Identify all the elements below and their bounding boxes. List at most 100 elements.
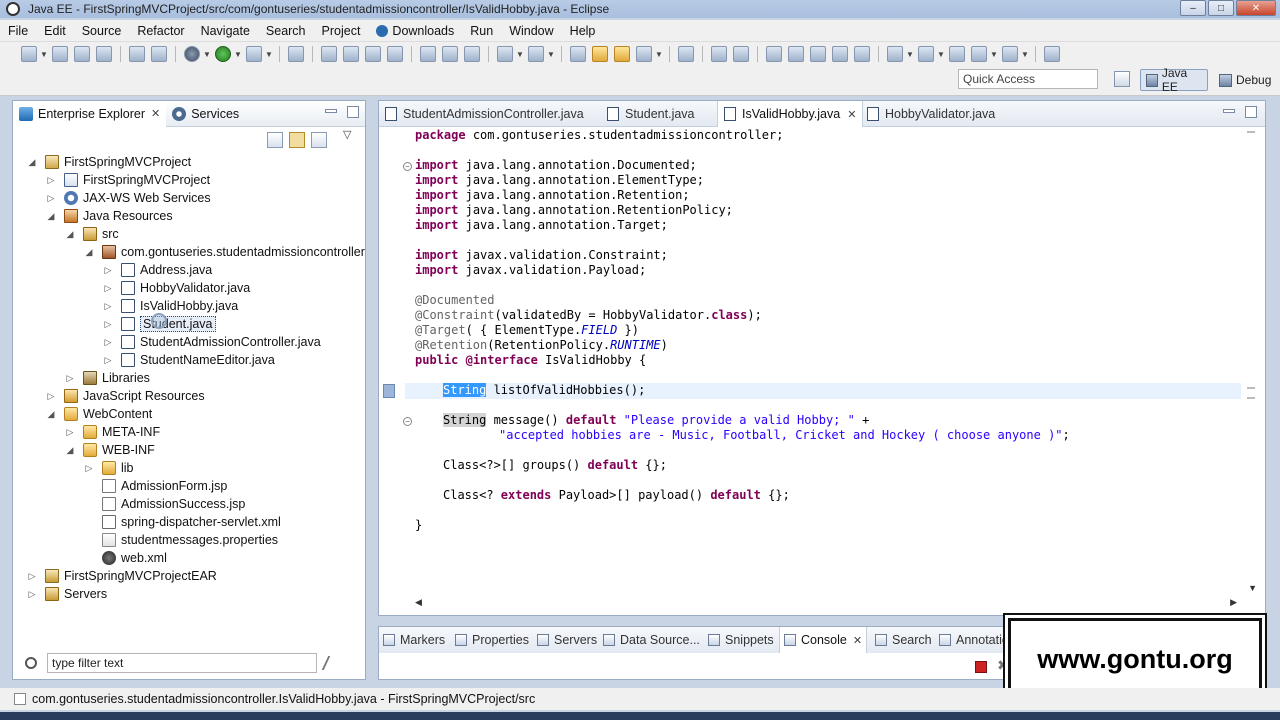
menu-help[interactable]: Help: [562, 20, 604, 42]
ruler-marker[interactable]: [1247, 387, 1255, 389]
tab-enterprise-explorer[interactable]: Enterprise Explorer ✕: [13, 100, 167, 127]
scroll-right-icon[interactable]: ▶: [1230, 597, 1237, 608]
step-return-icon[interactable]: [464, 46, 480, 62]
external-tools-dropdown-icon[interactable]: ▼: [265, 50, 273, 59]
focus-on-workspace-icon[interactable]: [311, 132, 327, 148]
tree-item-studentadmissioncontroller-java[interactable]: ▷ StudentAdmissionController.java: [103, 333, 321, 351]
overview-ruler[interactable]: [1247, 131, 1255, 591]
menu-file[interactable]: File: [0, 20, 36, 42]
maximize-editor-icon[interactable]: [1245, 106, 1257, 118]
open-console-icon[interactable]: [711, 46, 727, 62]
back-icon[interactable]: [971, 46, 987, 62]
menu-run[interactable]: Run: [462, 20, 501, 42]
debug-icon[interactable]: [184, 46, 200, 62]
tree-item-webcontent[interactable]: ◢ WebContent: [46, 405, 152, 423]
minimize-button[interactable]: –: [1180, 0, 1206, 16]
tab-services[interactable]: Services: [166, 101, 245, 127]
toggle-mark-occurrences-icon[interactable]: [766, 46, 782, 62]
open-task-icon[interactable]: [592, 46, 608, 62]
new-dropdown-icon[interactable]: ▼: [40, 50, 48, 59]
disconnect-icon[interactable]: [387, 46, 403, 62]
open-folder-icon[interactable]: [614, 46, 630, 62]
collapsed-arrow-icon[interactable]: ▷: [84, 463, 94, 474]
tab-annotations[interactable]: Annotatio: [939, 627, 1009, 653]
tab-isvalidhobby[interactable]: IsValidHobby.java ✕: [717, 101, 864, 127]
collapsed-arrow-icon[interactable]: ▷: [46, 391, 56, 402]
expanded-arrow-icon[interactable]: ◢: [84, 247, 94, 258]
expanded-arrow-icon[interactable]: ◢: [27, 157, 37, 168]
fold-toggle-icon[interactable]: −: [403, 417, 412, 426]
new-icon[interactable]: [21, 46, 37, 62]
tree-item-admissionsuccess-jsp[interactable]: AdmissionSuccess.jsp: [102, 495, 245, 513]
close-tab-icon[interactable]: ✕: [847, 108, 856, 121]
collapsed-arrow-icon[interactable]: ▷: [46, 175, 56, 186]
tree-item-javascript-resources[interactable]: ▷ JavaScript Resources: [46, 387, 205, 405]
new-java-dropdown-icon[interactable]: ▼: [516, 50, 524, 59]
collapsed-arrow-icon[interactable]: ▷: [103, 283, 113, 294]
toggle-block-selection-icon[interactable]: [810, 46, 826, 62]
tree-item-java-resources[interactable]: ◢ Java Resources: [46, 207, 173, 225]
show-paragraph-icon[interactable]: [854, 46, 870, 62]
collapse-all-icon[interactable]: [267, 132, 283, 148]
run-dropdown-icon[interactable]: ▼: [234, 50, 242, 59]
publish-icon[interactable]: [151, 46, 167, 62]
skip-breakpoints-icon[interactable]: [288, 46, 304, 62]
menu-source[interactable]: Source: [74, 20, 130, 42]
menu-edit[interactable]: Edit: [36, 20, 74, 42]
collapsed-arrow-icon[interactable]: ▷: [46, 193, 56, 204]
expanded-arrow-icon[interactable]: ◢: [46, 211, 56, 222]
collapsed-arrow-icon[interactable]: ▷: [103, 319, 113, 330]
previous-annotation-icon[interactable]: [918, 46, 934, 62]
view-menu-icon[interactable]: ▽: [343, 128, 351, 141]
minimize-editor-icon[interactable]: [1223, 109, 1235, 113]
new-java-project-icon[interactable]: [497, 46, 513, 62]
scroll-down-icon[interactable]: ▼: [1248, 583, 1257, 593]
menu-downloads[interactable]: Downloads: [368, 20, 462, 42]
expanded-arrow-icon[interactable]: ◢: [65, 445, 75, 456]
collapsed-arrow-icon[interactable]: ▷: [65, 427, 75, 438]
search-dropdown-icon[interactable]: ▼: [655, 50, 663, 59]
save-all-icon[interactable]: [74, 46, 90, 62]
resume-icon[interactable]: [321, 46, 337, 62]
tab-servers[interactable]: Servers: [537, 627, 597, 653]
horizontal-scrollbar[interactable]: ◀ ▶: [415, 597, 1237, 609]
collapsed-arrow-icon[interactable]: ▷: [103, 265, 113, 276]
close-tab-icon[interactable]: ✕: [151, 107, 160, 120]
terminate-icon[interactable]: [365, 46, 381, 62]
close-button[interactable]: ✕: [1236, 0, 1276, 16]
toggle-word-wrap-icon[interactable]: [788, 46, 804, 62]
tree-item-src[interactable]: ◢ src: [65, 225, 119, 243]
collapsed-arrow-icon[interactable]: ▷: [103, 337, 113, 348]
ruler-marker[interactable]: [1247, 131, 1255, 133]
link-with-editor-icon[interactable]: [289, 132, 305, 148]
filter-input[interactable]: [47, 653, 317, 673]
tree-item-jax-ws[interactable]: ▷ JAX-WS Web Services: [46, 189, 211, 207]
tab-console[interactable]: Console ✕: [779, 627, 868, 653]
external-tools-icon[interactable]: [246, 46, 262, 62]
print-icon[interactable]: [96, 46, 112, 62]
tab-markers[interactable]: Markers: [383, 627, 445, 653]
save-icon[interactable]: [52, 46, 68, 62]
tree-item-studentmessages-properties[interactable]: studentmessages.properties: [102, 531, 278, 549]
tree-item-servers[interactable]: ▷ Servers: [27, 585, 107, 603]
tree-item-ear-project[interactable]: ▷ FirstSpringMVCProjectEAR: [27, 567, 217, 585]
maximize-button[interactable]: □: [1208, 0, 1234, 16]
code-area[interactable]: package com.gontuseries.studentadmission…: [415, 128, 1241, 598]
perspective-java-ee[interactable]: Java EE: [1140, 66, 1208, 94]
minimize-view-icon[interactable]: [325, 109, 337, 113]
show-whitespace-icon[interactable]: [832, 46, 848, 62]
quick-access-field[interactable]: Quick Access: [958, 69, 1098, 89]
tree-item-admissionform-jsp[interactable]: AdmissionForm.jsp: [102, 477, 227, 495]
debug-dropdown-icon[interactable]: ▼: [203, 50, 211, 59]
ruler-marker[interactable]: [1247, 397, 1255, 399]
tree-item-lib[interactable]: ▷ lib: [84, 459, 134, 477]
tab-snippets[interactable]: Snippets: [708, 627, 774, 653]
tree-item-web-xml[interactable]: web.xml: [102, 549, 167, 567]
tab-student[interactable]: Student.java: [601, 101, 701, 127]
forward-dropdown-icon[interactable]: ▼: [1021, 50, 1029, 59]
scroll-left-icon[interactable]: ◀: [415, 597, 422, 608]
step-into-icon[interactable]: [420, 46, 436, 62]
tree-item-meta-inf[interactable]: ▷ META-INF: [65, 423, 160, 441]
menu-window[interactable]: Window: [501, 20, 561, 42]
tab-hobbyvalidator[interactable]: HobbyValidator.java: [861, 101, 1001, 127]
